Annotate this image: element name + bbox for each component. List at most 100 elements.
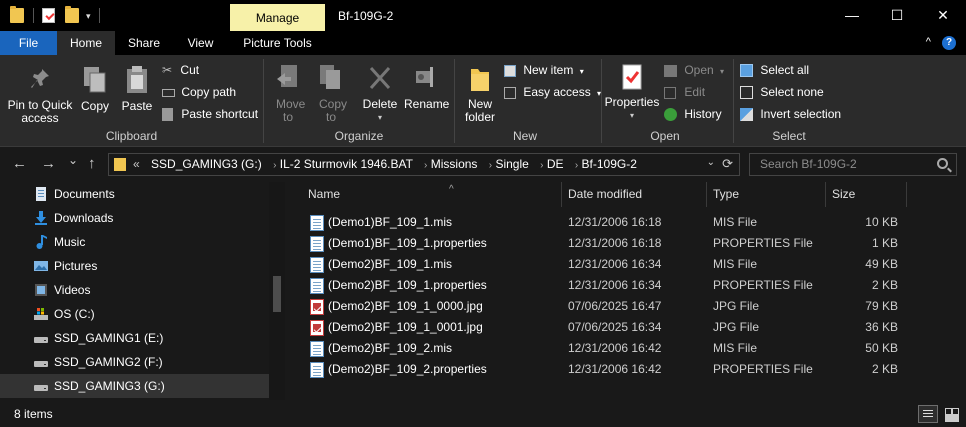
breadcrumb-item[interactable]: Single bbox=[495, 157, 528, 171]
search-input[interactable]: Search Bf-109G-2 bbox=[749, 153, 957, 176]
column-divider[interactable] bbox=[561, 182, 562, 207]
properties-quick-access-icon[interactable] bbox=[42, 8, 55, 23]
rename-button[interactable]: Rename bbox=[404, 63, 450, 111]
edit-button[interactable]: Edit bbox=[664, 82, 705, 102]
column-header-date[interactable]: Date modified bbox=[568, 182, 706, 207]
chevron-right-icon[interactable]: › bbox=[489, 160, 492, 171]
details-view-icon[interactable] bbox=[918, 405, 938, 423]
copy-button[interactable]: Copy bbox=[78, 65, 112, 113]
new-folder-quick-access-icon[interactable] bbox=[65, 6, 79, 23]
breadcrumb-item[interactable]: SSD_GAMING3 (G:) bbox=[151, 157, 262, 171]
folder-icon[interactable] bbox=[10, 6, 24, 23]
move-to-button[interactable]: Move to bbox=[270, 63, 306, 124]
refresh-icon[interactable]: ⟳ bbox=[722, 156, 733, 172]
select-none-button[interactable]: Select none bbox=[740, 82, 824, 102]
rename-label: Rename bbox=[404, 97, 450, 111]
address-dropdown-icon[interactable]: ⌄ bbox=[707, 157, 715, 168]
large-icons-view-icon[interactable] bbox=[942, 405, 960, 423]
file-name: (Demo2)BF_109_1.properties bbox=[328, 278, 487, 292]
tab-picture-tools[interactable]: Picture Tools bbox=[230, 31, 325, 55]
chevron-right-icon[interactable]: › bbox=[424, 160, 427, 171]
minimize-button[interactable]: — bbox=[829, 0, 875, 31]
file-row[interactable]: (Demo1)BF_109_1.mis 12/31/2006 16:18 MIS… bbox=[285, 212, 966, 233]
paste-button[interactable]: Paste bbox=[120, 65, 154, 113]
column-divider[interactable] bbox=[906, 182, 907, 207]
breadcrumb-item[interactable]: Missions bbox=[431, 157, 478, 171]
sidebar-item-downloads[interactable]: Downloads bbox=[0, 206, 269, 230]
quick-access-dropdown-icon[interactable]: ▾ bbox=[86, 11, 91, 22]
breadcrumb-item[interactable]: Bf-109G-2 bbox=[582, 157, 637, 171]
close-button[interactable]: ✕ bbox=[920, 0, 966, 31]
file-name: (Demo2)BF_109_1_0000.jpg bbox=[328, 299, 483, 313]
breadcrumb-item[interactable]: DE bbox=[547, 157, 564, 171]
open-button[interactable]: Open ▾ bbox=[664, 60, 724, 80]
scrollbar-thumb[interactable] bbox=[273, 276, 281, 312]
file-row[interactable]: (Demo2)BF_109_1_0000.jpg 07/06/2025 16:4… bbox=[285, 296, 966, 317]
file-row[interactable]: (Demo2)BF_109_2.properties 12/31/2006 16… bbox=[285, 359, 966, 380]
file-row[interactable]: (Demo1)BF_109_1.properties 12/31/2006 16… bbox=[285, 233, 966, 254]
tab-view[interactable]: View bbox=[173, 31, 228, 55]
file-row[interactable]: (Demo2)BF_109_2.mis 12/31/2006 16:42 MIS… bbox=[285, 338, 966, 359]
copy-to-button[interactable]: Copy to bbox=[313, 63, 349, 124]
new-folder-button[interactable]: New folder bbox=[460, 63, 500, 124]
invert-selection-button[interactable]: Invert selection bbox=[740, 104, 841, 124]
pin-to-quick-access-button[interactable]: Pin to Quick access bbox=[6, 67, 74, 125]
open-dropdown-icon: ▾ bbox=[720, 67, 725, 76]
chevron-right-icon[interactable]: › bbox=[540, 160, 543, 171]
select-all-button[interactable]: Select all bbox=[740, 60, 809, 80]
sidebar-item-os-drive[interactable]: OS (C:) bbox=[0, 302, 269, 326]
file-row[interactable]: (Demo2)BF_109_1.mis 12/31/2006 16:34 MIS… bbox=[285, 254, 966, 275]
sidebar-item-music[interactable]: Music bbox=[0, 230, 269, 254]
copy-path-button[interactable]: Copy path bbox=[162, 82, 236, 102]
address-bar[interactable]: « SSD_GAMING3 (G:) › IL-2 Sturmovik 1946… bbox=[108, 153, 740, 176]
forward-arrow-icon[interactable]: → bbox=[41, 155, 56, 172]
easy-access-button[interactable]: Easy access ▾ bbox=[504, 82, 601, 102]
sidebar-item-ssd-gaming1[interactable]: SSD_GAMING1 (E:) bbox=[0, 326, 269, 350]
maximize-button[interactable]: ☐ bbox=[874, 0, 920, 31]
new-item-button[interactable]: New item ▾ bbox=[504, 60, 584, 80]
pin-label: Pin to Quick access bbox=[7, 98, 73, 125]
tab-home[interactable]: Home bbox=[57, 31, 115, 55]
delete-button[interactable]: Delete ▾ bbox=[361, 63, 399, 124]
new-item-dropdown-icon: ▾ bbox=[579, 67, 584, 76]
recent-locations-chevron-icon[interactable]: ⌄ bbox=[68, 153, 78, 167]
column-header-size[interactable]: Size bbox=[832, 182, 902, 207]
manage-context-tab[interactable]: Manage bbox=[230, 4, 325, 31]
sidebar-item-videos[interactable]: Videos bbox=[0, 278, 269, 302]
help-icon[interactable]: ? bbox=[942, 36, 956, 50]
column-divider[interactable] bbox=[825, 182, 826, 207]
file-date: 12/31/2006 16:18 bbox=[568, 215, 662, 229]
sidebar-item-pictures[interactable]: Pictures bbox=[0, 254, 269, 278]
breadcrumb-overflow-icon[interactable]: « bbox=[133, 157, 140, 171]
ribbon-tab-row: File Home Share View Picture Tools ^ ? bbox=[0, 31, 966, 55]
chevron-right-icon[interactable]: › bbox=[575, 160, 578, 171]
properties-button[interactable]: Properties ▾ bbox=[604, 63, 660, 122]
history-icon bbox=[664, 108, 677, 122]
file-size: 50 KB bbox=[865, 341, 898, 355]
sidebar-scrollbar[interactable] bbox=[269, 182, 285, 400]
sidebar-item-documents[interactable]: Documents bbox=[0, 182, 269, 206]
history-button[interactable]: History bbox=[664, 104, 722, 124]
chevron-right-icon[interactable]: › bbox=[273, 160, 276, 171]
file-row[interactable]: (Demo2)BF_109_1.properties 12/31/2006 16… bbox=[285, 275, 966, 296]
breadcrumb-item[interactable]: IL-2 Sturmovik 1946.BAT bbox=[280, 157, 413, 171]
collapse-ribbon-icon[interactable]: ^ bbox=[926, 36, 931, 48]
cut-button[interactable]: ✂ Cut bbox=[162, 60, 199, 80]
tab-share[interactable]: Share bbox=[115, 31, 173, 55]
select-all-label: Select all bbox=[760, 63, 810, 77]
file-row[interactable]: (Demo2)BF_109_1_0001.jpg 07/06/2025 16:3… bbox=[285, 317, 966, 338]
file-type: PROPERTIES File bbox=[713, 362, 813, 376]
sidebar-item-ssd-gaming2[interactable]: SSD_GAMING2 (F:) bbox=[0, 350, 269, 374]
paste-shortcut-button[interactable]: Paste shortcut bbox=[162, 104, 258, 124]
up-arrow-icon[interactable]: ↑ bbox=[88, 155, 96, 172]
column-divider[interactable] bbox=[706, 182, 707, 207]
downloads-icon bbox=[35, 211, 47, 225]
window-title: Bf-109G-2 bbox=[338, 9, 394, 23]
column-header-name[interactable]: Name ^ bbox=[308, 182, 566, 207]
back-arrow-icon[interactable]: ← bbox=[12, 155, 27, 172]
sidebar-item-label: Music bbox=[54, 235, 86, 249]
tab-file[interactable]: File bbox=[0, 31, 57, 55]
column-header-type[interactable]: Type bbox=[713, 182, 823, 207]
sidebar-item-ssd-gaming3[interactable]: SSD_GAMING3 (G:) bbox=[0, 374, 269, 398]
move-to-label: Move to bbox=[276, 97, 306, 124]
